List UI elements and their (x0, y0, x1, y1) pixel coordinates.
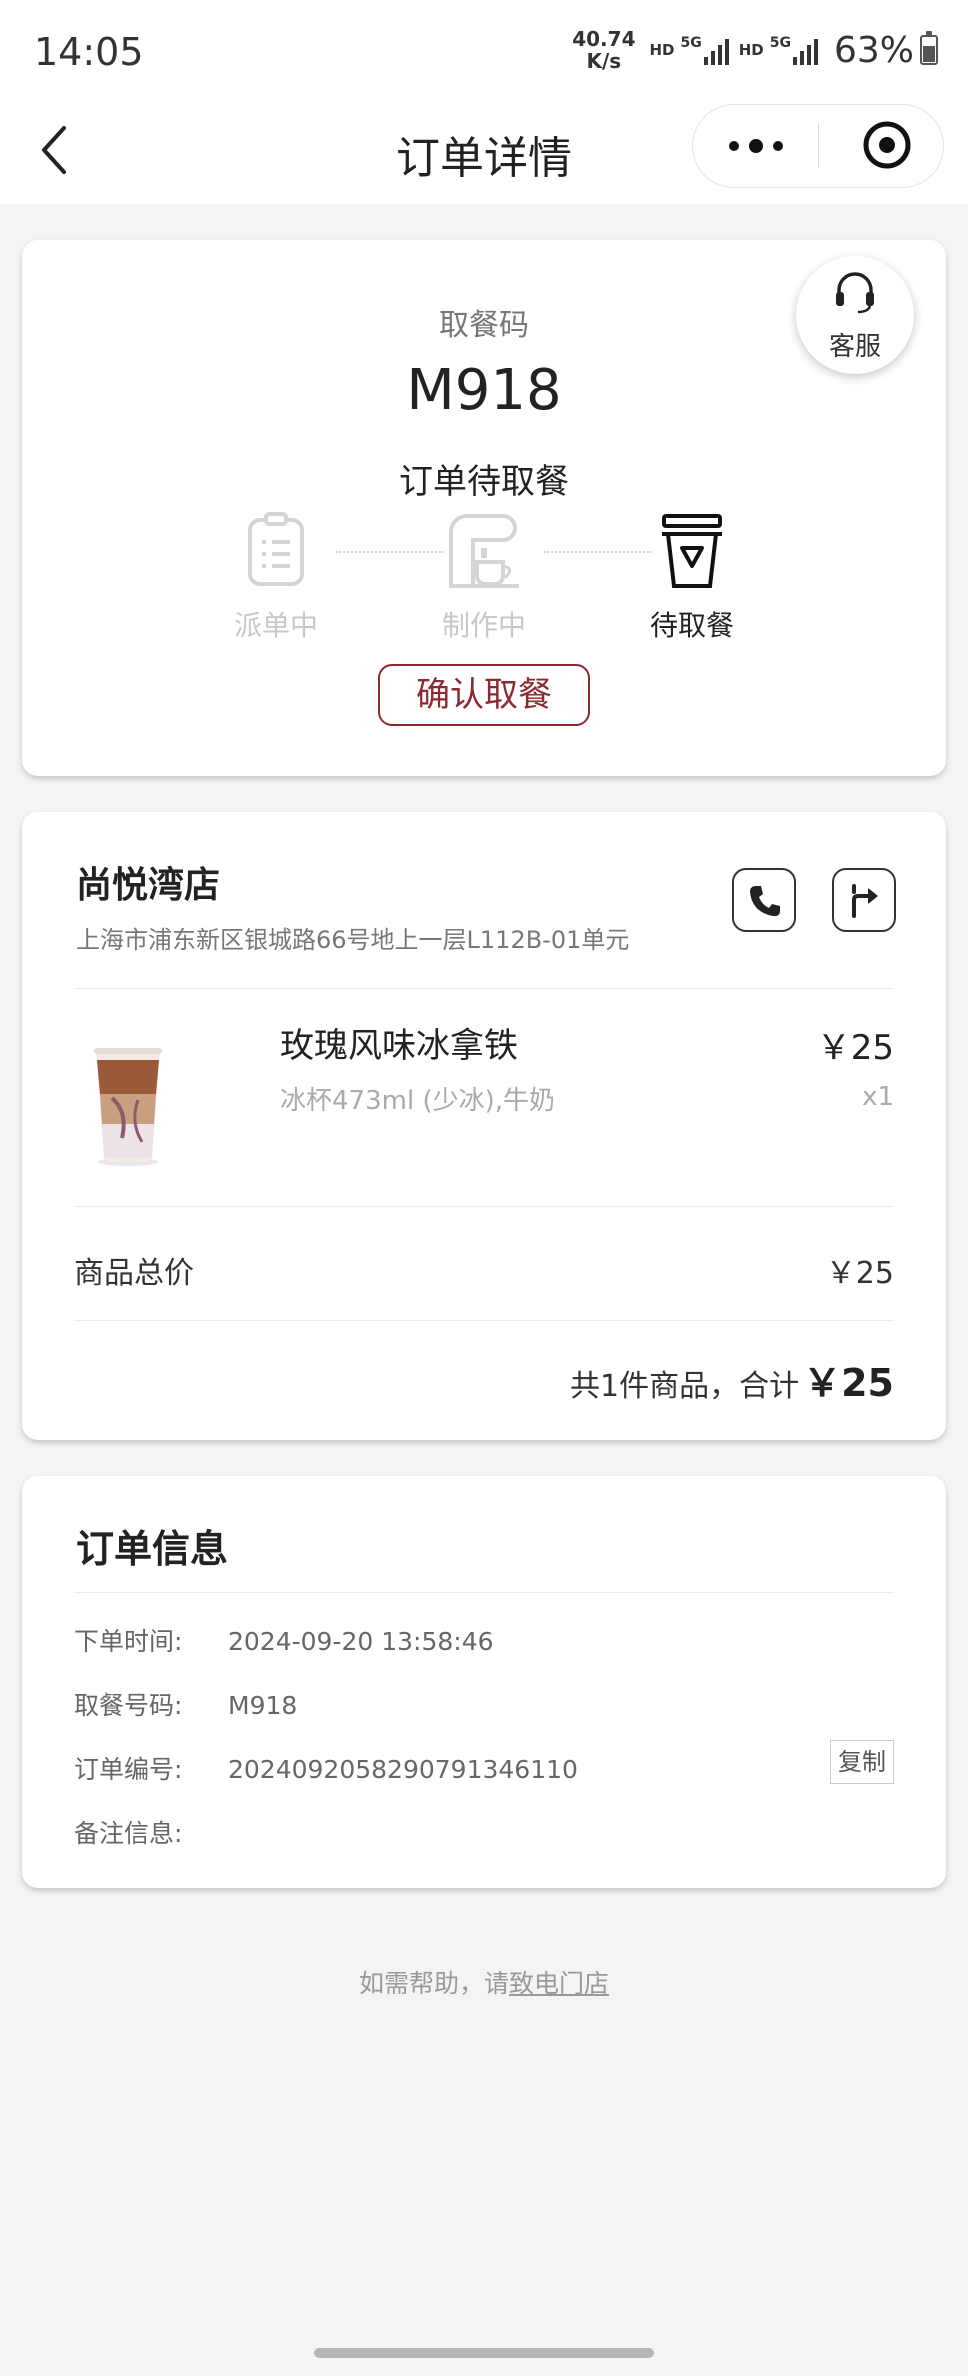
product-image (94, 1048, 162, 1166)
more-icon[interactable] (693, 105, 818, 187)
divider (74, 988, 894, 989)
confirm-pickup-button[interactable]: 确认取餐 (378, 664, 590, 726)
product-price: ￥25 (816, 1028, 894, 1068)
step-label-ready: 待取餐 (649, 609, 734, 642)
step-dispatching: 派单中 (196, 512, 356, 644)
battery-percent: 63% (833, 29, 914, 71)
signal-icon: 5G (681, 35, 729, 65)
total-label: 共1件商品，合计 (570, 1369, 800, 1404)
order-status-card: 客服 取餐码 M918 订单待取餐 派单中 制作中 待取餐 确认取餐 (22, 240, 946, 776)
help-text: 如需帮助，请致电门店 (0, 1964, 968, 2000)
coffee-machine-icon (449, 514, 519, 588)
total-value: ￥25 (803, 1361, 894, 1405)
order-info-title: 订单信息 (76, 1527, 229, 1571)
order-time-label: 下单时间: (74, 1627, 183, 1656)
total-row: 共1件商品，合计 ￥25 (570, 1352, 894, 1407)
cup-icon (662, 514, 722, 588)
subtotal-label: 商品总价 (74, 1256, 194, 1291)
order-number-label: 订单编号: (74, 1755, 183, 1784)
network-speed-unit: K/s (586, 49, 622, 73)
mini-program-capsule (692, 104, 944, 188)
home-indicator[interactable] (314, 2348, 654, 2358)
network-speed-value: 40.74 (572, 27, 636, 51)
capsule-divider (818, 123, 819, 169)
divider (74, 1206, 894, 1207)
signal-icon-2: 5G (770, 35, 818, 65)
network-type: 5G (680, 35, 702, 51)
step-making: 制作中 (404, 512, 564, 644)
order-time-value: 2024-09-20 13:58:46 (228, 1627, 494, 1656)
store-name: 尚悦湾店 (76, 865, 221, 906)
product-spec: 冰杯473ml (少冰),牛奶 (280, 1086, 555, 1116)
battery-icon (920, 31, 938, 65)
step-label-dispatching: 派单中 (233, 609, 318, 642)
hd-badge-2: HD (738, 41, 764, 59)
close-target-icon[interactable] (861, 119, 913, 171)
pickup-code-label: 取餐码 (439, 308, 529, 343)
pickup-code: M918 (406, 358, 562, 423)
network-speed: 40.74 K/s (572, 28, 635, 72)
call-store-button[interactable] (732, 868, 796, 932)
divider (74, 1320, 894, 1321)
network-type-2: 5G (769, 35, 791, 51)
remarks-label: 备注信息: (74, 1819, 183, 1848)
order-info-card: 订单信息 下单时间: 2024-09-20 13:58:46 取餐号码: M918 … (22, 1476, 946, 1888)
clipboard-icon (248, 512, 304, 586)
pickup-number-label: 取餐号码: (74, 1691, 183, 1720)
order-status-text: 订单待取餐 (399, 462, 569, 502)
remarks-row: 备注信息: (74, 1814, 228, 1850)
status-time: 14:05 (34, 30, 144, 74)
pickup-number-value: M918 (228, 1691, 298, 1720)
order-time-row: 下单时间: 2024-09-20 13:58:46 (74, 1622, 494, 1658)
nav-bar: 订单详情 (0, 100, 968, 204)
divider (74, 1592, 894, 1593)
step-ready-for-pickup: 待取餐 (612, 512, 772, 644)
directions-icon (852, 884, 878, 918)
status-indicators: 40.74 K/s HD 5G HD 5G 63% (572, 28, 938, 72)
pickup-number-row: 取餐号码: M918 (74, 1686, 297, 1722)
store-address: 上海市浦东新区银城路66号地上一层L112B-01单元 (76, 926, 630, 954)
phone-icon (750, 886, 780, 917)
order-number-row: 订单编号: 2024092058290791346110 (74, 1750, 578, 1786)
navigate-button[interactable] (832, 868, 896, 932)
subtotal-value: ￥25 (825, 1256, 894, 1291)
hd-badge: HD (649, 41, 675, 59)
step-label-making: 制作中 (441, 609, 526, 642)
product-name: 玫瑰风味冰拿铁 (280, 1026, 518, 1066)
product-quantity: x1 (862, 1082, 894, 1112)
order-number-value: 2024092058290791346110 (228, 1755, 578, 1784)
help-prefix: 如需帮助，请 (358, 1969, 509, 1998)
store-order-card: 尚悦湾店 上海市浦东新区银城路66号地上一层L112B-01单元 玫瑰风味冰拿铁… (22, 812, 946, 1440)
status-bar: 14:05 40.74 K/s HD 5G HD 5G 63% (0, 0, 968, 100)
call-store-link[interactable]: 致电门店 (509, 1969, 609, 1998)
copy-order-number-button[interactable]: 复制 (830, 1740, 894, 1784)
